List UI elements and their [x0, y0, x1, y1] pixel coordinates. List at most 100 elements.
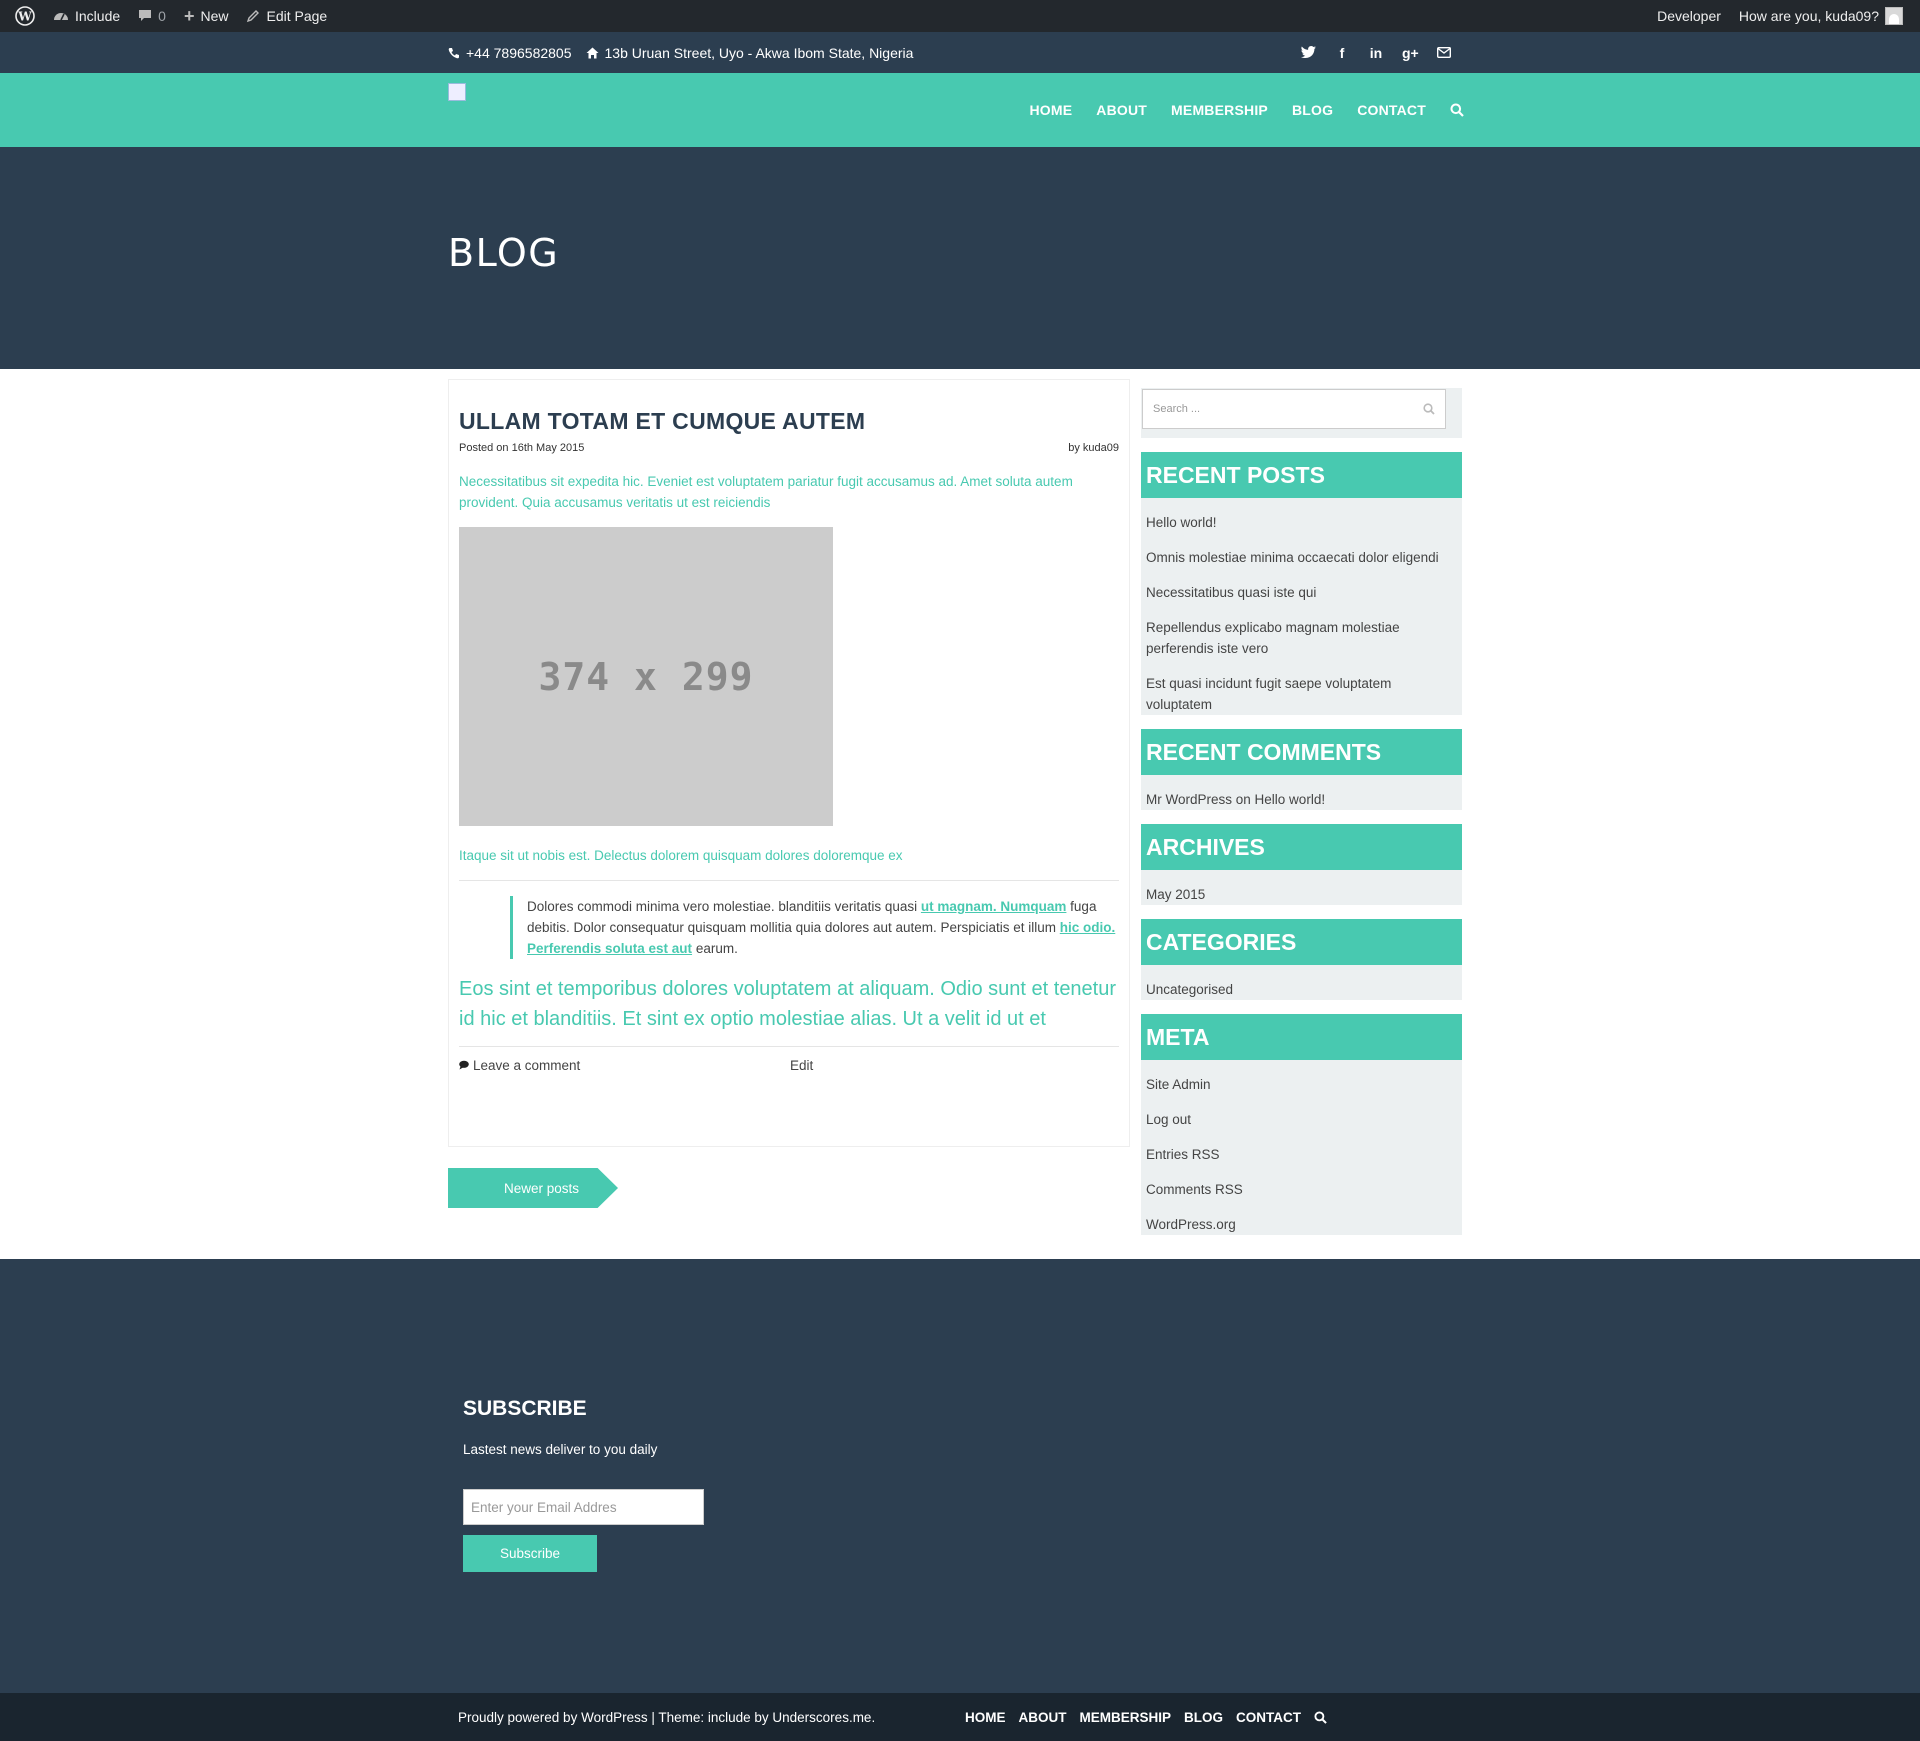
- search-icon[interactable]: [1450, 103, 1464, 117]
- comments-button[interactable]: 0: [129, 0, 175, 32]
- meta-title: META: [1141, 1014, 1462, 1060]
- new-content-button[interactable]: + New: [175, 0, 238, 32]
- recent-comments-title: RECENT COMMENTS: [1141, 729, 1462, 775]
- subscribe-button[interactable]: Subscribe: [463, 1535, 597, 1572]
- main-nav: HOME ABOUT MEMBERSHIP BLOG CONTACT: [1029, 73, 1464, 147]
- phone-number: +44 7896582805: [466, 44, 572, 61]
- quote-text-3: earum.: [692, 941, 738, 956]
- comments-count: 0: [158, 8, 166, 24]
- recent-post-item[interactable]: Est quasi incidunt fugit saepe voluptate…: [1146, 673, 1457, 715]
- archive-item[interactable]: May 2015: [1146, 884, 1457, 905]
- post-title[interactable]: ULLAM TOTAM ET CUMQUE AUTEM: [459, 408, 865, 435]
- edit-post-link[interactable]: Edit: [790, 1058, 813, 1073]
- admin-bar: W Include 0 + New Edit Page Developer Ho…: [0, 0, 1920, 32]
- facebook-icon[interactable]: f: [1334, 45, 1350, 61]
- page-title: BLOG: [448, 231, 560, 275]
- site-logo[interactable]: [448, 83, 466, 101]
- email-field[interactable]: Enter your Email Addres: [463, 1489, 704, 1525]
- footer-nav-about[interactable]: ABOUT: [1019, 1710, 1067, 1725]
- meta-item-entries-rss[interactable]: Entries RSS: [1146, 1144, 1457, 1165]
- edit-page-label: Edit Page: [266, 8, 328, 24]
- comments-icon: [459, 1060, 469, 1070]
- meta-item-log-out[interactable]: Log out: [1146, 1109, 1457, 1130]
- address-text: 13b Uruan Street, Uyo - Akwa Ibom State,…: [604, 44, 914, 61]
- comment-bubble-icon: [139, 10, 152, 21]
- categories-list: Uncategorised: [1141, 965, 1462, 1000]
- subscribe-text: Lastest news deliver to you daily: [463, 1442, 658, 1457]
- comment-author-link[interactable]: Mr WordPress: [1146, 792, 1232, 807]
- post-author[interactable]: by kuda09: [1068, 442, 1119, 454]
- contact-info: +44 7896582805 13b Uruan Street, Uyo - A…: [448, 32, 913, 73]
- recent-comments-list: Mr WordPress on Hello world!: [1141, 775, 1462, 810]
- account-menu-button[interactable]: How are you, kuda09?: [1730, 0, 1912, 32]
- post-caption: Itaque sit ut nobis est. Delectus dolore…: [459, 848, 903, 863]
- image-size-label: 374 x 299: [538, 654, 754, 699]
- nav-contact[interactable]: CONTACT: [1357, 102, 1426, 118]
- meta-item-wordpress-org[interactable]: WordPress.org: [1146, 1214, 1457, 1235]
- developer-button[interactable]: Developer: [1648, 0, 1730, 32]
- post-lead-text: Eos sint et temporibus dolores voluptate…: [459, 978, 1117, 1030]
- email-placeholder: Enter your Email Addres: [471, 1499, 617, 1515]
- dashboard-icon: [54, 13, 68, 21]
- search-icon[interactable]: [1423, 403, 1435, 415]
- admin-bar-right: Developer How are you, kuda09?: [1648, 0, 1912, 32]
- footer-nav-blog[interactable]: BLOG: [1184, 1710, 1223, 1725]
- page-hero: BLOG: [0, 147, 1920, 369]
- contact-bar: +44 7896582805 13b Uruan Street, Uyo - A…: [0, 32, 1920, 73]
- developer-label: Developer: [1657, 8, 1721, 24]
- linkedin-icon[interactable]: in: [1368, 45, 1384, 61]
- site-header: HOME ABOUT MEMBERSHIP BLOG CONTACT: [0, 73, 1920, 147]
- footer-nav-contact[interactable]: CONTACT: [1236, 1710, 1301, 1725]
- post-blockquote: Dolores commodi minima vero molestiae. b…: [510, 896, 1120, 959]
- recent-post-item[interactable]: Necessitatibus quasi iste qui: [1146, 582, 1457, 603]
- search-input[interactable]: Search ...: [1142, 389, 1446, 429]
- post-date: Posted on 16th May 2015: [459, 442, 585, 454]
- post-image-placeholder: 374 x 299: [459, 527, 833, 826]
- pencil-icon: [247, 10, 260, 23]
- leave-comment-link[interactable]: Leave a comment: [459, 1058, 580, 1073]
- footer-nav-membership[interactable]: MEMBERSHIP: [1080, 1710, 1172, 1725]
- meta-item-site-admin[interactable]: Site Admin: [1146, 1074, 1457, 1095]
- footer-nav-home[interactable]: HOME: [965, 1710, 1006, 1725]
- recent-posts-title: RECENT POSTS: [1141, 452, 1462, 498]
- comment-on-text: on: [1232, 792, 1255, 807]
- meta-item-comments-rss[interactable]: Comments RSS: [1146, 1179, 1457, 1200]
- site-name-button[interactable]: Include: [44, 0, 129, 32]
- home-icon: [586, 47, 598, 58]
- newer-posts-button[interactable]: Newer posts: [448, 1168, 618, 1208]
- phone-info: +44 7896582805: [448, 45, 572, 61]
- category-item[interactable]: Uncategorised: [1146, 979, 1457, 1000]
- admin-bar-left: W Include 0 + New Edit Page: [6, 0, 336, 32]
- new-label: New: [200, 8, 229, 24]
- subscribe-title: SUBSCRIBE: [463, 1397, 587, 1420]
- svg-text:W: W: [17, 10, 32, 24]
- categories-title: CATEGORIES: [1141, 919, 1462, 965]
- nav-membership[interactable]: MEMBERSHIP: [1171, 102, 1268, 118]
- greeting-label: How are you, kuda09?: [1738, 8, 1879, 24]
- search-icon[interactable]: [1314, 1710, 1327, 1724]
- nav-about[interactable]: ABOUT: [1096, 102, 1147, 118]
- search-placeholder: Search ...: [1153, 403, 1201, 415]
- wordpress-logo-button[interactable]: W: [6, 0, 44, 32]
- recent-post-item[interactable]: Omnis molestiae minima occaecati dolor e…: [1146, 547, 1457, 568]
- archives-list: May 2015: [1141, 870, 1462, 905]
- plus-icon: +: [183, 5, 195, 26]
- nav-blog[interactable]: BLOG: [1292, 102, 1333, 118]
- quote-text-1: Dolores commodi minima vero molestiae. b…: [527, 899, 921, 914]
- recent-comment-item: Mr WordPress on Hello world!: [1146, 789, 1457, 810]
- bottom-bar: Proudly powered by WordPress | Theme: in…: [0, 1693, 1920, 1741]
- quote-link-1[interactable]: ut magnam. Numquam: [921, 899, 1067, 914]
- envelope-icon[interactable]: [1436, 45, 1452, 61]
- comment-post-link[interactable]: Hello world!: [1255, 792, 1326, 807]
- edit-page-button[interactable]: Edit Page: [237, 0, 336, 32]
- recent-posts-list: Hello world! Omnis molestiae minima occa…: [1141, 498, 1462, 715]
- divider: [459, 880, 1119, 881]
- twitter-icon[interactable]: [1300, 45, 1316, 61]
- footer-nav: HOME ABOUT MEMBERSHIP BLOG CONTACT: [965, 1693, 1327, 1741]
- recent-post-item[interactable]: Repellendus explicabo magnam molestiae p…: [1146, 617, 1457, 659]
- leave-comment-label: Leave a comment: [473, 1058, 581, 1073]
- google-plus-icon[interactable]: g+: [1402, 45, 1419, 61]
- nav-home[interactable]: HOME: [1029, 102, 1072, 118]
- recent-post-item[interactable]: Hello world!: [1146, 512, 1457, 533]
- address-info: 13b Uruan Street, Uyo - Akwa Ibom State,…: [586, 44, 914, 61]
